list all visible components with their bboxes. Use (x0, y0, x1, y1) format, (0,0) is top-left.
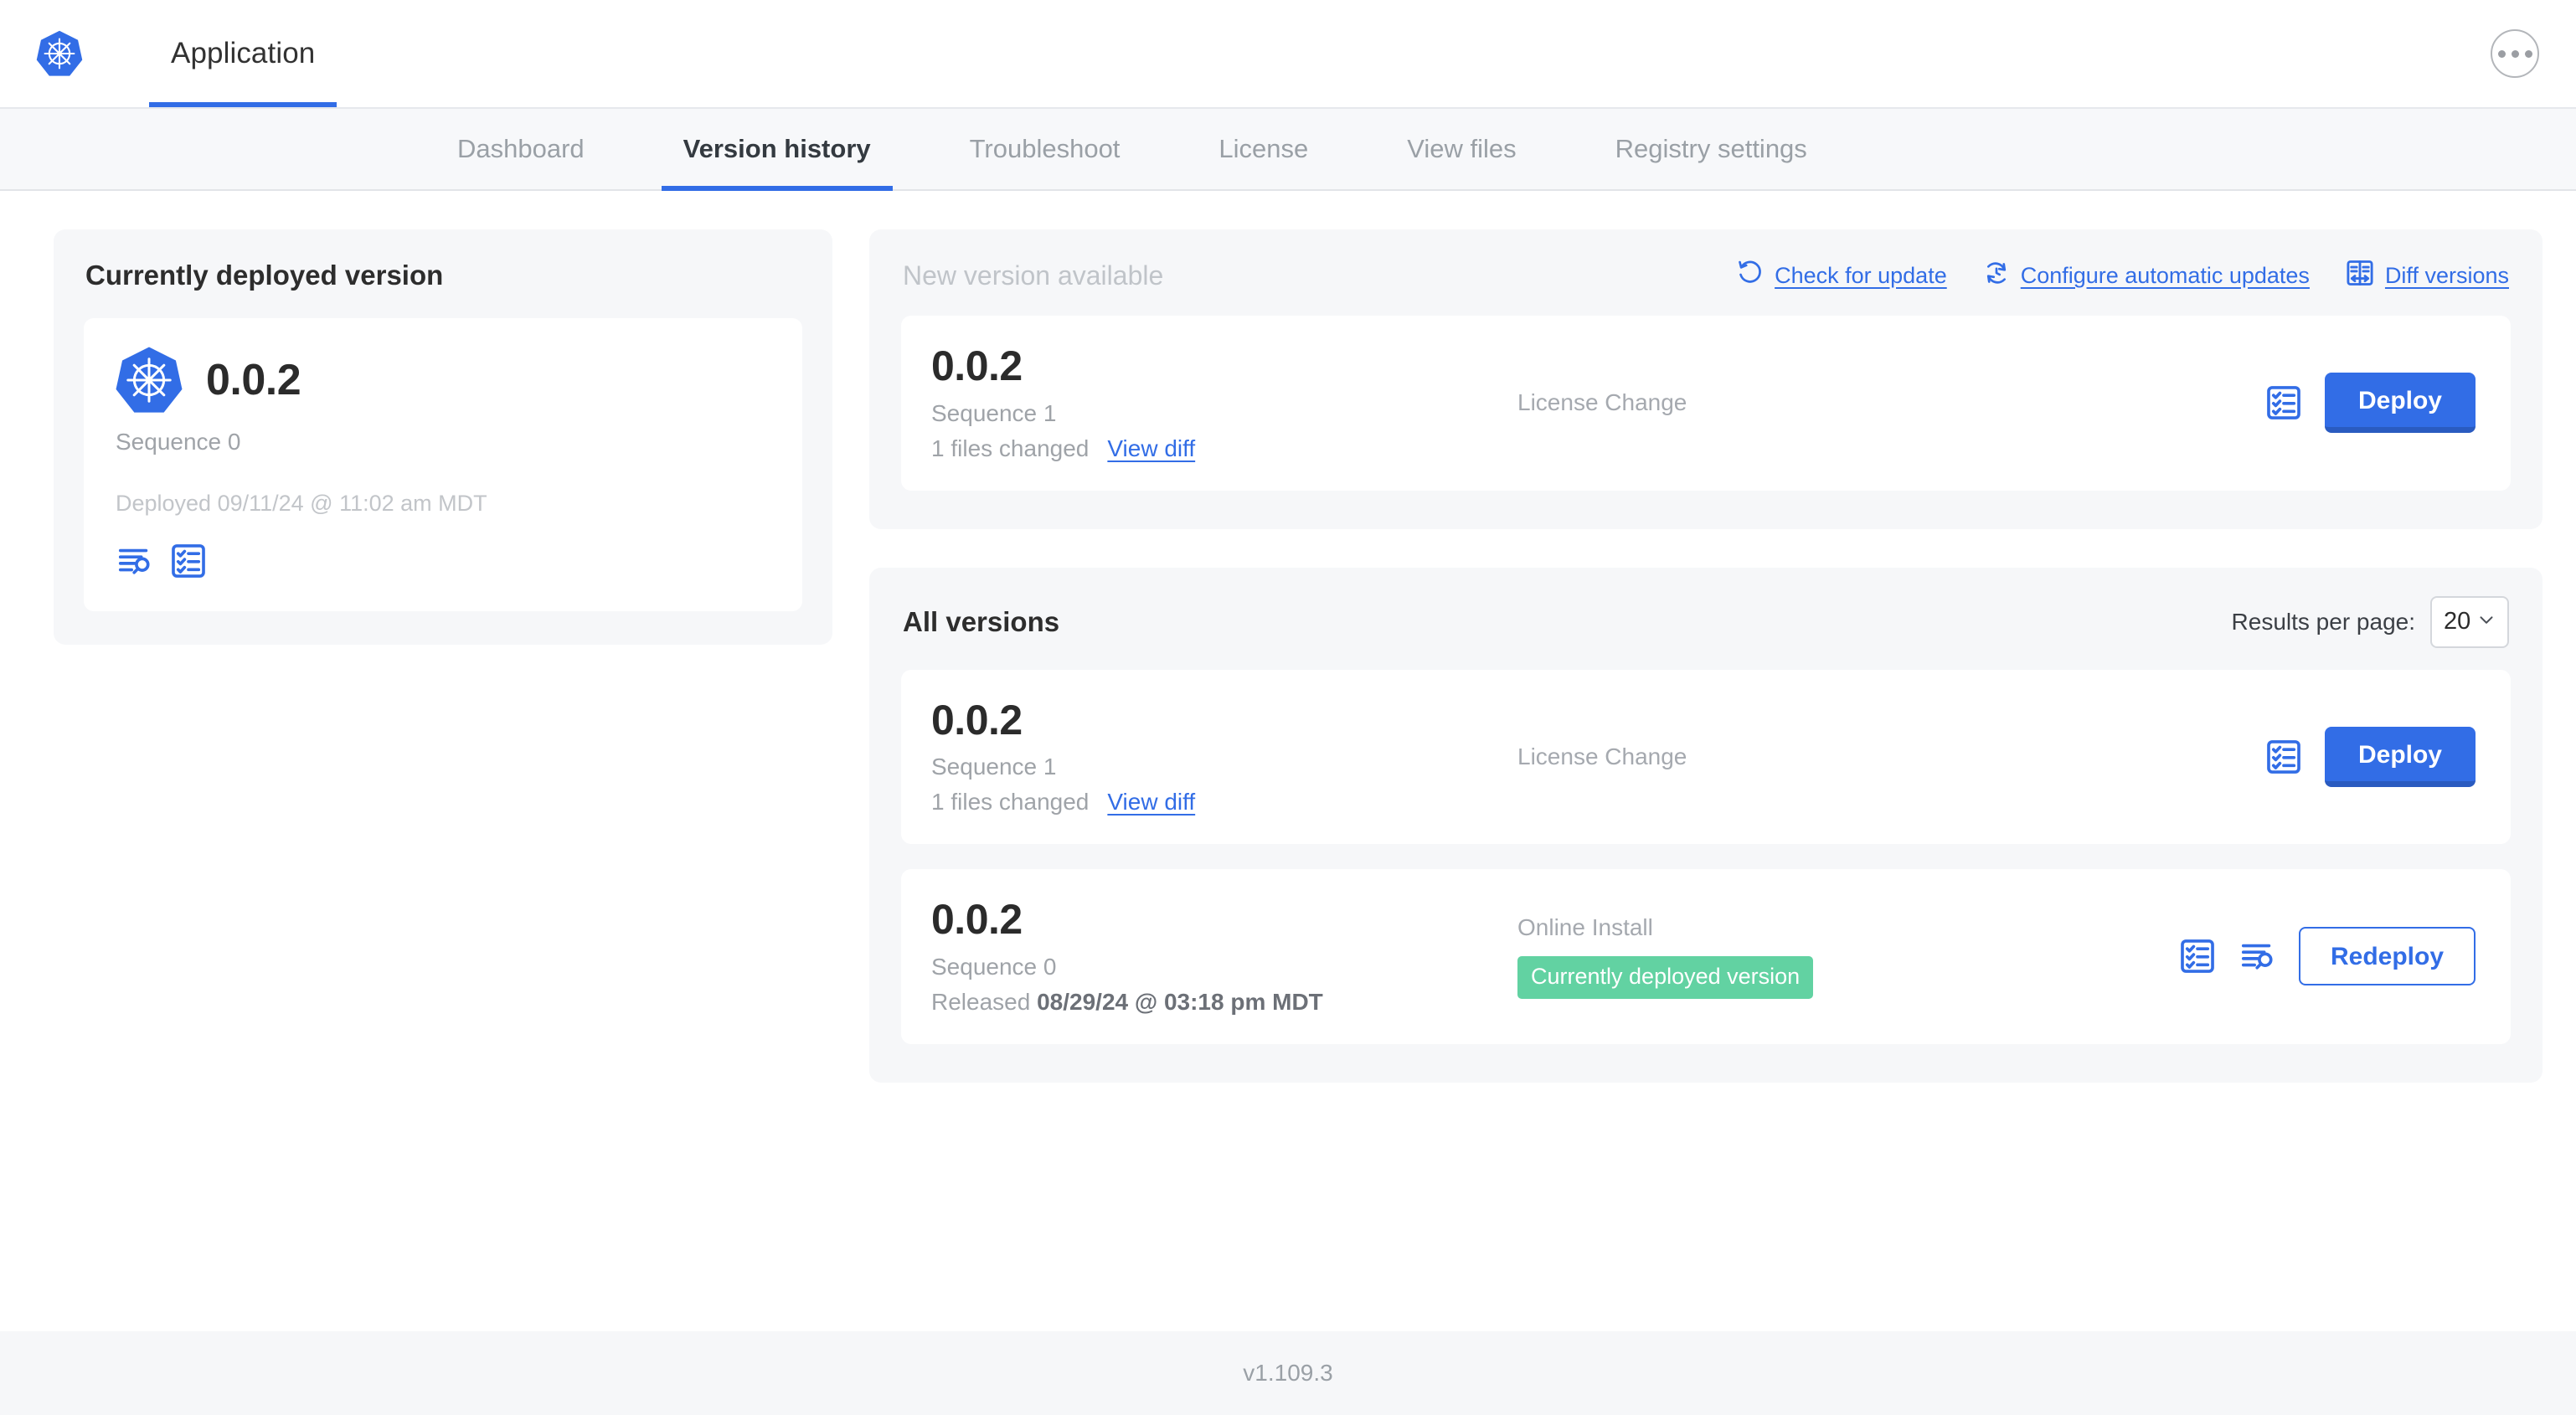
rotate-ccw-icon (1736, 259, 1765, 293)
new-version-card: 0.0.2 Sequence 1 1 files changed View di… (901, 316, 2511, 491)
results-per-page-label: Results per page: (2231, 608, 2415, 635)
view-diff-link[interactable]: View diff (1107, 435, 1195, 462)
deployed-version-number: 0.0.2 (206, 356, 301, 404)
diff-versions-label: Diff versions (2384, 263, 2509, 288)
version-type: License Change (1517, 743, 1687, 769)
ellipsis-dot (2511, 49, 2519, 58)
status-badge: Currently deployed version (1517, 955, 1814, 999)
main-content: Currently deployed version 0.0.2 Sequenc… (0, 191, 2576, 1331)
tab-label: License (1218, 134, 1309, 163)
version-number: 0.0.2 (931, 342, 1023, 389)
ellipsis-icon[interactable] (2491, 29, 2539, 78)
released-date: 08/29/24 @ 03:18 pm MDT (1037, 988, 1323, 1015)
version-type-col: Online Install Currently deployed versio… (1509, 914, 2178, 999)
tab-label: Registry settings (1615, 134, 1807, 163)
version-type-col: License Change (1509, 389, 2264, 416)
log-search-icon[interactable] (2239, 937, 2277, 975)
footer-version: v1.109.3 (1243, 1360, 1333, 1386)
footer: v1.109.3 (0, 1331, 2576, 1415)
version-info: 0.0.2 Sequence 1 1 files changed View di… (931, 696, 1509, 816)
version-type: License Change (1517, 389, 1687, 416)
version-info: 0.0.2 Sequence 1 1 files changed View di… (931, 344, 1509, 462)
deploy-button[interactable]: Deploy (2324, 726, 2476, 787)
app-title-underline (149, 102, 337, 107)
tab-label: View files (1407, 134, 1517, 163)
table-row: 0.0.2 Sequence 0 Released 08/29/24 @ 03:… (901, 869, 2511, 1044)
view-diff-link[interactable]: View diff (1107, 789, 1195, 816)
tab-troubleshoot[interactable]: Troubleshoot (948, 109, 1142, 189)
new-version-header: New version available Check for update C… (901, 258, 2511, 294)
tab-version-history[interactable]: Version history (661, 109, 893, 191)
nav-tabs: Dashboard Version history Troubleshoot L… (0, 107, 2576, 191)
currently-deployed-panel: Currently deployed version 0.0.2 Sequenc… (54, 229, 832, 645)
right-column: New version available Check for update C… (869, 229, 2543, 1083)
chevron-down-icon (2476, 609, 2497, 635)
preflight-checks-icon[interactable] (2264, 738, 2303, 776)
configure-automatic-updates-label: Configure automatic updates (2020, 263, 2310, 288)
preflight-checks-icon[interactable] (2178, 937, 2217, 975)
ellipsis-dot (2497, 49, 2506, 58)
version-number: 0.0.2 (931, 696, 1023, 744)
table-row: 0.0.2 Sequence 1 1 files changed View di… (901, 669, 2511, 844)
preflight-checks-icon[interactable] (2264, 383, 2303, 422)
deployed-version-header: 0.0.2 (114, 345, 772, 415)
tab-view-files[interactable]: View files (1385, 109, 1538, 189)
deploy-button[interactable]: Deploy (2324, 373, 2476, 434)
files-changed-label: 1 files changed (931, 435, 1090, 461)
version-actions: Deploy (2264, 726, 2476, 787)
deployed-card-actions (116, 542, 772, 580)
released-prefix: Released (931, 988, 1038, 1015)
clock-rotate-icon (1982, 259, 2011, 293)
tab-label: Version history (683, 134, 871, 163)
app-title: Application (171, 37, 316, 69)
deployed-sequence: Sequence 0 (116, 429, 241, 455)
all-versions-header: All versions Results per page: 20 (901, 595, 2511, 648)
ellipsis-dot (2524, 49, 2532, 58)
version-type: Online Install (1517, 913, 1653, 940)
version-files-row: 1 files changed View diff (931, 789, 1509, 816)
tab-label: Troubleshoot (969, 134, 1121, 163)
tab-dashboard[interactable]: Dashboard (435, 109, 606, 189)
version-actions: Deploy (2264, 373, 2476, 434)
new-version-available-panel: New version available Check for update C… (869, 229, 2543, 529)
version-sequence: Sequence 1 (931, 754, 1057, 780)
version-files-row: 1 files changed View diff (931, 435, 1509, 462)
version-number: 0.0.2 (931, 896, 1023, 943)
redeploy-button[interactable]: Redeploy (2298, 927, 2476, 986)
version-info: 0.0.2 Sequence 0 Released 08/29/24 @ 03:… (931, 898, 1509, 1016)
all-versions-panel: All versions Results per page: 20 0.0.2 … (869, 567, 2543, 1083)
version-type-col: License Change (1509, 744, 2264, 770)
app-title-tab[interactable]: Application (149, 0, 337, 107)
results-per-page: Results per page: 20 (2231, 595, 2509, 648)
preflight-checks-icon[interactable] (169, 542, 208, 580)
tab-label: Dashboard (457, 134, 585, 163)
results-per-page-select[interactable]: 20 (2430, 595, 2509, 648)
check-for-update-label: Check for update (1775, 263, 1947, 288)
new-version-actions: Check for update Configure automatic upd… (1736, 258, 2509, 294)
new-version-title: New version available (903, 260, 1164, 291)
page-root: Application Dashboard Version history Tr… (0, 0, 2576, 1415)
files-changed-label: 1 files changed (931, 789, 1090, 815)
version-sequence: Sequence 1 (931, 399, 1057, 426)
configure-automatic-updates-link[interactable]: Configure automatic updates (1982, 259, 2310, 293)
all-versions-title: All versions (903, 605, 1060, 637)
deployed-version-card: 0.0.2 Sequence 0 Deployed 09/11/24 @ 11:… (84, 318, 802, 611)
version-released: Released 08/29/24 @ 03:18 pm MDT (931, 989, 1509, 1016)
deployed-timestamp: Deployed 09/11/24 @ 11:02 am MDT (116, 491, 487, 516)
version-sequence: Sequence 0 (931, 953, 1057, 980)
tab-registry-settings[interactable]: Registry settings (1594, 109, 1829, 189)
tab-license[interactable]: License (1197, 109, 1330, 189)
kubernetes-logo (114, 345, 184, 415)
log-search-icon[interactable] (116, 542, 154, 580)
version-actions: Redeploy (2178, 927, 2476, 986)
check-for-update-link[interactable]: Check for update (1736, 259, 1947, 293)
top-bar: Application (0, 0, 2576, 107)
panel-title: Currently deployed version (85, 260, 444, 291)
diff-versions-link[interactable]: Diff versions (2345, 258, 2509, 294)
results-per-page-value: 20 (2444, 608, 2471, 635)
diff-versions-icon (2345, 258, 2375, 294)
kubernetes-logo (35, 29, 84, 78)
